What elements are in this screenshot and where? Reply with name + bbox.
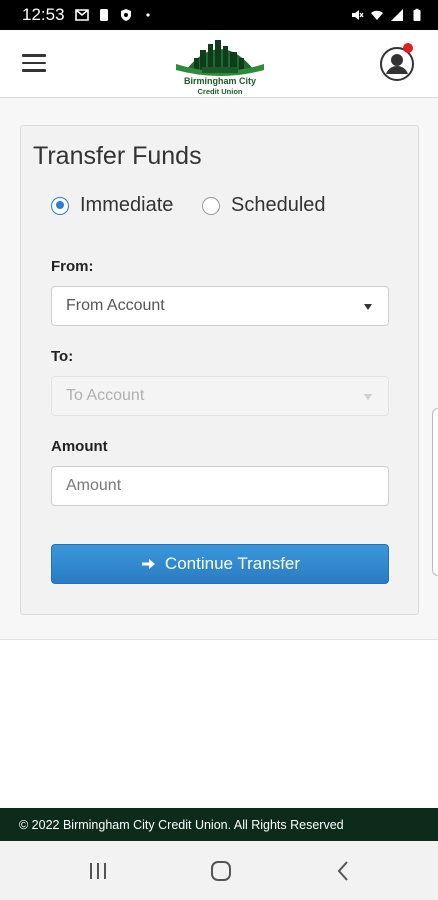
radio-scheduled-label: Scheduled [231,194,326,216]
home-icon[interactable] [207,859,235,883]
wifi-icon [371,10,383,20]
edge-panel-handle[interactable] [432,408,438,576]
menu-icon-bar [22,69,46,72]
arrow-right-icon [140,556,156,572]
radio-scheduled[interactable]: Scheduled [202,194,326,217]
amount-input[interactable] [51,466,389,506]
radio-scheduled-indicator[interactable] [202,196,220,215]
page-title: Transfer Funds [33,142,202,170]
signal-icon [391,9,403,21]
continue-transfer-label: Continue Transfer [164,554,301,573]
system-nav-bar [0,841,438,900]
logo-subtitle: Credit Union [197,87,243,96]
battery-icon [413,8,421,21]
person-icon [99,9,108,21]
shield-icon [120,9,131,21]
continue-transfer-button[interactable]: Continue Transfer [51,544,389,584]
dot-icon [145,13,150,17]
logo-skyline-icon [176,40,264,76]
status-left-icons [74,8,155,22]
radio-immediate-label: Immediate [80,194,174,216]
from-account-select[interactable]: From Account [51,286,389,326]
menu-icon-bar [22,61,46,64]
status-time: 12:53 [22,5,65,24]
dropdown-caret-icon [364,394,372,400]
back-icon[interactable] [330,859,358,883]
credit-union-logo[interactable]: Birmingham City Credit Union [172,34,268,96]
status-right-icons [350,8,424,22]
transfer-funds-card: Transfer Funds Immediate Scheduled From:… [20,125,419,615]
from-account-value: From Account [66,297,165,314]
from-label: From: [51,258,94,275]
app-header: Birmingham City Credit Union [0,30,438,98]
logo-name: Birmingham City [183,76,256,86]
radio-immediate[interactable]: Immediate [51,194,173,217]
recents-icon[interactable] [84,859,112,883]
hamburger-menu-button[interactable] [22,54,46,72]
dropdown-caret-icon [364,304,372,310]
amount-label: Amount [51,438,108,455]
radio-immediate-indicator[interactable] [51,196,69,215]
mute-icon [352,10,364,20]
to-account-select: To Account [51,376,389,416]
to-label: To: [51,348,74,365]
status-bar: 12:53 [0,0,438,30]
footer: © 2022 Birmingham City Credit Union. All… [0,808,438,841]
to-account-value: To Account [66,387,145,404]
notification-badge [403,43,413,53]
footer-copyright: © 2022 Birmingham City Credit Union. All… [19,817,344,832]
gmail-icon [74,9,89,21]
menu-icon [22,54,46,57]
